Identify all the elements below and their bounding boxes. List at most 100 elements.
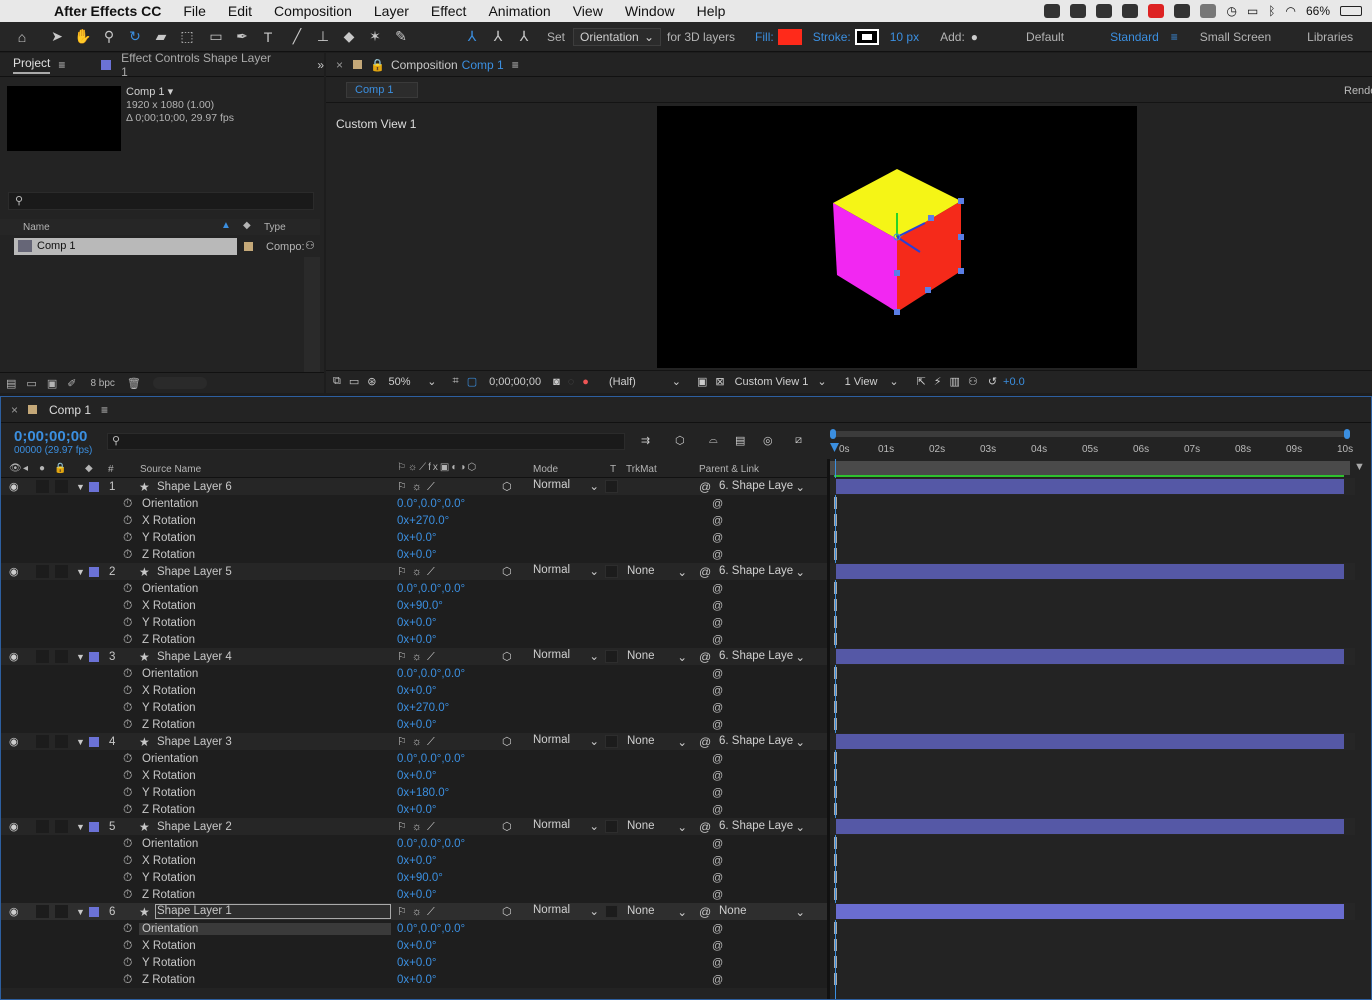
property-keyframe-track[interactable] (830, 937, 1355, 954)
handle-7[interactable] (894, 270, 900, 276)
property-row[interactable]: ⏱ Y Rotation 0x+270.0° @ (1, 699, 827, 716)
property-keyframe-track[interactable] (830, 682, 1355, 699)
label-column-icon[interactable]: ◆ (85, 463, 93, 474)
workspace-small-screen[interactable]: Small Screen (1200, 30, 1271, 44)
keyframe-marker[interactable] (834, 701, 837, 713)
rectangle-tool-icon[interactable]: ▭ (206, 27, 226, 47)
track-matte-dropdown[interactable]: None ⌄ (627, 905, 687, 919)
layer-row[interactable]: ◉ ▼ 4 ★ Shape Layer 3 ⚐☼⟋ ⬡ Normal ⌄ None ⌄ @6. Sha… (1, 733, 827, 750)
panel-overflow-icon[interactable]: » (317, 58, 324, 72)
puppet-tool-icon[interactable]: ✎ (391, 27, 411, 47)
sort-ascending-icon[interactable]: ▲ (221, 220, 231, 231)
type-tool-icon[interactable]: T (258, 27, 278, 47)
preserve-transparency-switch[interactable] (605, 480, 618, 493)
fit-icon[interactable]: ⌗ (452, 375, 458, 388)
keyframe-marker[interactable] (834, 939, 837, 951)
time-machine-icon[interactable]: ◷ (1226, 4, 1236, 18)
property-value[interactable]: 0x+0.0° (397, 855, 436, 867)
property-name[interactable]: Y Rotation (142, 617, 196, 629)
expression-pickwhip-icon[interactable]: @ (712, 498, 723, 510)
property-value[interactable]: 0x+0.0° (397, 804, 436, 816)
project-settings-icon[interactable]: ✐ (67, 377, 76, 390)
layer-duration-track[interactable] (830, 818, 1355, 835)
layer-duration-track[interactable] (830, 733, 1355, 750)
layer-duration-bar[interactable] (836, 649, 1344, 664)
keyframe-marker[interactable] (834, 531, 837, 543)
pickwhip-icon[interactable]: @ (699, 650, 711, 664)
property-value[interactable]: 0.0°,0.0°,0.0° (397, 668, 465, 680)
property-name[interactable]: Orientation (142, 498, 198, 510)
motion-blur-icon[interactable]: ◎ (763, 434, 773, 447)
expression-pickwhip-icon[interactable]: @ (712, 600, 723, 612)
keyframe-marker[interactable] (834, 956, 837, 968)
project-item-comp1[interactable]: Comp 1 (14, 238, 237, 255)
property-row[interactable]: ⏱ X Rotation 0x+0.0° @ (1, 852, 827, 869)
property-keyframe-track[interactable] (830, 546, 1355, 563)
handle-4[interactable] (958, 268, 964, 274)
property-keyframe-track[interactable] (830, 665, 1355, 682)
preserve-transparency-switch[interactable] (605, 735, 618, 748)
menu-file[interactable]: File (183, 3, 206, 19)
property-name[interactable]: Y Rotation (142, 787, 196, 799)
preserve-transparency-switch[interactable] (605, 820, 618, 833)
solo-switch[interactable] (36, 650, 49, 663)
new-folder-icon[interactable]: ▭ (26, 377, 36, 390)
pickwhip-icon[interactable]: @ (699, 735, 711, 749)
handle-3[interactable] (958, 234, 964, 240)
property-value[interactable]: 0x+270.0° (397, 515, 449, 527)
property-row[interactable]: ⏱ Orientation 0.0°,0.0°,0.0° @ (1, 750, 827, 767)
eye-icon[interactable]: ◉ (9, 905, 21, 918)
zoom-tool-icon[interactable]: ⚲ (99, 27, 119, 47)
pickwhip-icon[interactable]: @ (699, 480, 711, 494)
property-keyframe-track[interactable] (830, 614, 1355, 631)
property-keyframe-track[interactable] (830, 767, 1355, 784)
col-source-name[interactable]: Source Name (140, 464, 201, 475)
property-keyframe-track[interactable] (830, 801, 1355, 818)
keyframe-marker[interactable] (834, 599, 837, 611)
property-value[interactable]: 0x+0.0° (397, 940, 436, 952)
property-name[interactable]: Orientation (139, 922, 391, 935)
property-keyframe-track[interactable] (830, 886, 1355, 903)
eye-icon[interactable]: ◉ (9, 565, 21, 578)
safe-zones-icon[interactable]: ▢ (467, 375, 477, 388)
3d-layer-switch-icon[interactable]: ⬡ (502, 650, 512, 663)
pen-tool-icon[interactable]: ✒ (232, 27, 252, 47)
tab-project[interactable]: Project (13, 56, 51, 74)
roto-brush-tool-icon[interactable]: ✶ (365, 27, 385, 47)
transparency-grid-icon[interactable]: ⊠ (715, 375, 724, 388)
keyframe-marker[interactable] (834, 752, 837, 764)
property-keyframe-track[interactable] (830, 512, 1355, 529)
work-area-start-handle[interactable] (830, 429, 836, 439)
menu-effect[interactable]: Effect (431, 3, 467, 19)
property-value[interactable]: 0x+0.0° (397, 957, 436, 969)
layer-row[interactable]: ◉ ▼ 2 ★ Shape Layer 5 ⚐☼⟋ ⬡ Normal ⌄ None ⌄ @6. Sha… (1, 563, 827, 580)
stopwatch-icon[interactable]: ⏱ (123, 955, 132, 970)
property-row[interactable]: ⏱ Orientation 0.0°,0.0°,0.0° @ (1, 580, 827, 597)
timeline-splitter[interactable] (827, 459, 830, 999)
close-panel-icon[interactable]: × (336, 58, 343, 72)
monitor-icon[interactable]: ▭ (349, 375, 359, 388)
expression-pickwhip-icon[interactable]: @ (712, 923, 723, 935)
layer-duration-bar[interactable] (836, 564, 1344, 579)
property-name[interactable]: Orientation (142, 838, 198, 850)
fill-color-swatch[interactable] (777, 28, 802, 45)
stroke-width-value[interactable]: 10 px (890, 30, 919, 44)
property-value[interactable]: 0.0°,0.0°,0.0° (397, 753, 465, 765)
display-icon[interactable] (1200, 4, 1217, 18)
property-value[interactable]: 0x+0.0° (397, 532, 436, 544)
work-area-end-handle[interactable] (1344, 429, 1350, 439)
view-layout-dropdown[interactable]: 1 View ⌄ (839, 374, 905, 389)
property-row[interactable]: ⏱ Y Rotation 0x+0.0° @ (1, 954, 827, 971)
expression-pickwhip-icon[interactable]: @ (712, 770, 723, 782)
keyframe-marker[interactable] (834, 667, 837, 679)
blend-mode-dropdown[interactable]: Normal ⌄ (533, 734, 599, 749)
comp-duration-bar[interactable] (830, 461, 1350, 475)
show-snapshot-icon[interactable]: ◌ (568, 376, 575, 388)
stopwatch-icon[interactable]: ⏱ (123, 700, 132, 715)
solo-switch[interactable] (36, 905, 49, 918)
view-axis-icon[interactable]: ⅄ (514, 27, 534, 47)
window-icon[interactable] (1122, 4, 1139, 18)
solo-switch[interactable] (36, 480, 49, 493)
track-matte-dropdown[interactable]: None ⌄ (627, 820, 687, 834)
layer-duration-track[interactable] (830, 563, 1355, 580)
